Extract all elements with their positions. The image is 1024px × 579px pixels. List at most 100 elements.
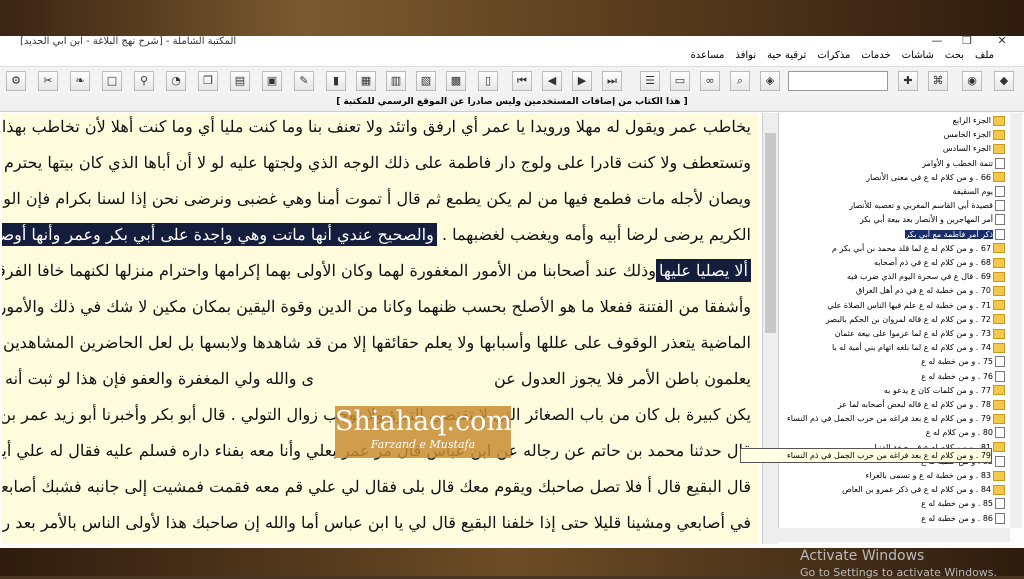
tree-node[interactable]: 84 . و من كلام له ع في ذكر عمرو بن العاص — [842, 484, 1005, 496]
tree-node[interactable]: 68 . و من كلام له ع في ذم أصحابه — [874, 257, 1005, 269]
tree-node[interactable]: 79 . و من كلام له ع بعد فراغه من حرب الج… — [787, 413, 1005, 425]
menu-help[interactable]: مساعدة — [691, 50, 725, 61]
tree-node[interactable]: 72 . و من كلام له ع قاله لمروان بن الحكم… — [826, 314, 1005, 326]
prev-page-icon[interactable]: ◀ — [542, 71, 562, 91]
text-line: وأشفقا من الفتنة ففعلا ما هو الأصلح بحسب… — [2, 297, 751, 316]
list-icon[interactable]: ☰ — [640, 71, 660, 91]
tree-node[interactable]: 66 . و من كلام له ع في معنى الأنصار — [866, 172, 1005, 184]
tree-node[interactable]: ذكر أمر فاطمة مع أبي بكر — [905, 228, 1005, 241]
copy-icon[interactable]: ❐ — [198, 71, 218, 91]
tree-node[interactable]: 75 . و من خطبة له ع — [921, 356, 1005, 368]
text-scrollbar[interactable] — [762, 113, 778, 544]
menu-live-upgrade[interactable]: ترقية حية — [767, 50, 806, 61]
menu-search[interactable]: بحث — [945, 50, 964, 61]
tree-vertical-scrollbar[interactable] — [1010, 113, 1022, 528]
tree-node[interactable]: 83 . و من خطبة له ع و تسمى بالغراء — [866, 470, 1005, 482]
tree-node[interactable]: الجزء الرابع — [953, 115, 1005, 127]
tree-node[interactable]: 85 . و من خطبة له ع — [921, 498, 1005, 510]
menu-notes[interactable]: مذكرات — [817, 50, 850, 61]
tree-node[interactable]: 86 . و من خطبة له ع — [921, 512, 1005, 525]
tools-icon[interactable]: ✂ — [38, 71, 58, 91]
tree-node[interactable]: 78 . و من كلام له ع قاله لبعض أصحابه لما… — [838, 399, 1005, 411]
search-book-icon[interactable]: ⌕ — [730, 71, 750, 91]
tree-node[interactable]: 70 . و من خطبة له ع في ذم أهل العراق — [856, 285, 1005, 297]
tree-node[interactable]: أمر المهاجرين و الأنصار بعد بيعة أبي بكر — [860, 214, 1005, 226]
close-button[interactable]: ✕ — [985, 34, 1019, 47]
layers-icon[interactable]: ▦ — [356, 71, 376, 91]
page-icon[interactable]: ▤ — [230, 71, 250, 91]
last-page-icon[interactable]: ⏭ — [602, 71, 622, 91]
eye-icon[interactable]: ◉ — [962, 71, 982, 91]
folder-icon — [993, 342, 1005, 353]
document-icon — [995, 370, 1005, 382]
text-fragment: وذلك عند أصحابنا من الأمور المغفورة لهما… — [2, 261, 656, 280]
grid-icon[interactable]: ▩ — [446, 71, 466, 91]
menu-windows[interactable]: نوافذ — [735, 50, 756, 61]
folder-open-icon[interactable]: ▭ — [670, 71, 690, 91]
toolbar: ⚙ ✂ ❧ □ ⚲ ◔ ❐ ▤ ▣ ✎ ▮ ▦ ▥ ▧ ▩ ▯ ⏮ ◀ ▶ ⏭ … — [0, 66, 1024, 98]
tool-icon[interactable]: ⚙ — [6, 71, 26, 91]
menu-services[interactable]: خدمات — [861, 50, 890, 61]
go-icon[interactable]: ◈ — [760, 71, 780, 91]
folder-icon — [993, 115, 1005, 126]
tree-node[interactable]: قصيدة أبي القاسم المغربي و تعصبه للأنصار — [849, 200, 1005, 212]
tree-node[interactable]: 73 . و من كلام له ع لما عزموا على بيعة ع… — [835, 328, 1005, 340]
tree-node[interactable]: 69 . قال ع في سحرة اليوم الذي ضرب فيه — [847, 271, 1005, 283]
tag-icon[interactable]: ◆ — [994, 71, 1014, 91]
book-text-pane[interactable]: يخاطب عمر ويقول له مهلا ورويدا يا عمر أي… — [2, 113, 759, 544]
document-icon — [995, 512, 1005, 524]
tree-horizontal-scrollbar[interactable] — [778, 528, 1010, 542]
tree-node-label: 85 . و من خطبة له ع — [921, 499, 993, 509]
new-note-icon[interactable]: ✚ — [898, 71, 918, 91]
search-input[interactable] — [788, 71, 888, 91]
tree-node-label: 72 . و من كلام له ع قاله لمروان بن الحكم… — [825, 314, 991, 324]
first-page-icon[interactable]: ⏮ — [512, 71, 532, 91]
tree-node-label: الجزء السادس — [942, 144, 991, 154]
new-page-icon[interactable]: □ — [102, 71, 122, 91]
print-icon[interactable]: ▥ — [386, 71, 406, 91]
toc-tree: الجزء الرابع الجزء الخامس الجزء السادس تتمة… — [778, 113, 1011, 528]
tree-node[interactable]: يوم السقيفة — [953, 186, 1005, 198]
document-icon — [995, 186, 1005, 197]
tree-node-label: 83 . و من خطبة له ع و تسمى بالغراء — [865, 471, 991, 480]
menu-file[interactable]: ملف — [975, 50, 994, 61]
watermark-site: Shiahaq.com — [335, 406, 512, 437]
tree-node-label: 68 . و من كلام له ع في ذم أصحابه — [873, 258, 991, 267]
folder-icon — [993, 257, 1005, 268]
binoculars-icon[interactable]: ∞ — [700, 71, 720, 91]
find-icon[interactable]: ⚲ — [134, 71, 154, 91]
book-icon[interactable]: ▯ — [478, 71, 498, 91]
tree-node-label: 73 . و من كلام له ع لما عزموا على بيعة ع… — [834, 329, 991, 338]
tree-node[interactable]: 80 . و من كلام له ع — [926, 427, 1005, 439]
text-line: ألا يصليا عليهاوذلك عند أصحابنا من الأمو… — [2, 259, 751, 291]
text-fragment: الكريم يرضى لرضا أبيه وأمه ويغضب لغضبهما… — [441, 225, 751, 244]
tree-node[interactable]: 71 . و من خطبة له ع علم فيها الناس الصلا… — [827, 300, 1005, 312]
export-icon[interactable]: ▧ — [416, 71, 436, 91]
tree-node[interactable]: الجزء الخامس — [944, 129, 1005, 141]
folder-icon — [993, 243, 1005, 254]
tree-node[interactable]: 77 . و من كلمات كان ع يدعو به — [884, 385, 1005, 397]
desktop-background-top — [0, 0, 1024, 36]
next-page-icon[interactable]: ▶ — [572, 71, 592, 91]
activate-windows-text: Activate Windows — [800, 548, 925, 564]
tree-node[interactable]: تتمة الخطب و الأوامر — [922, 157, 1005, 170]
network-icon[interactable]: ⌘ — [928, 71, 948, 91]
document-icon — [995, 157, 1005, 169]
minimize-button[interactable]: — — [920, 34, 954, 47]
image-icon[interactable]: ▣ — [262, 71, 282, 91]
tree-node-label: 71 . و من خطبة له ع علم فيها الناس الصلا… — [827, 300, 991, 310]
tree-node-label: تتمة الخطب و الأوامر — [922, 158, 993, 168]
tree-node[interactable]: 67 . و من كلام له ع لما قلد محمد بن أبي … — [832, 243, 1005, 255]
clock-icon[interactable]: ◔ — [166, 71, 186, 91]
folder-icon — [993, 129, 1005, 140]
maximize-button[interactable]: ❐ — [950, 34, 984, 47]
scroll-thumb[interactable] — [765, 133, 776, 333]
text-line: الكريم يرضى لرضا أبيه وأمه ويغضب لغضبهما… — [2, 223, 751, 255]
bookmark-icon[interactable]: ▮ — [326, 71, 346, 91]
tree-node[interactable]: 74 . و من كلام له ع لما بلغه اتهام بني أ… — [832, 342, 1005, 354]
leaf-icon[interactable]: ❧ — [70, 71, 90, 91]
menu-screens[interactable]: شاشات — [902, 50, 934, 61]
tree-node[interactable]: الجزء السادس — [943, 143, 1005, 155]
tree-node[interactable]: 76 . و من خطبة له ع — [921, 370, 1005, 383]
pencil-icon[interactable]: ✎ — [294, 71, 314, 91]
